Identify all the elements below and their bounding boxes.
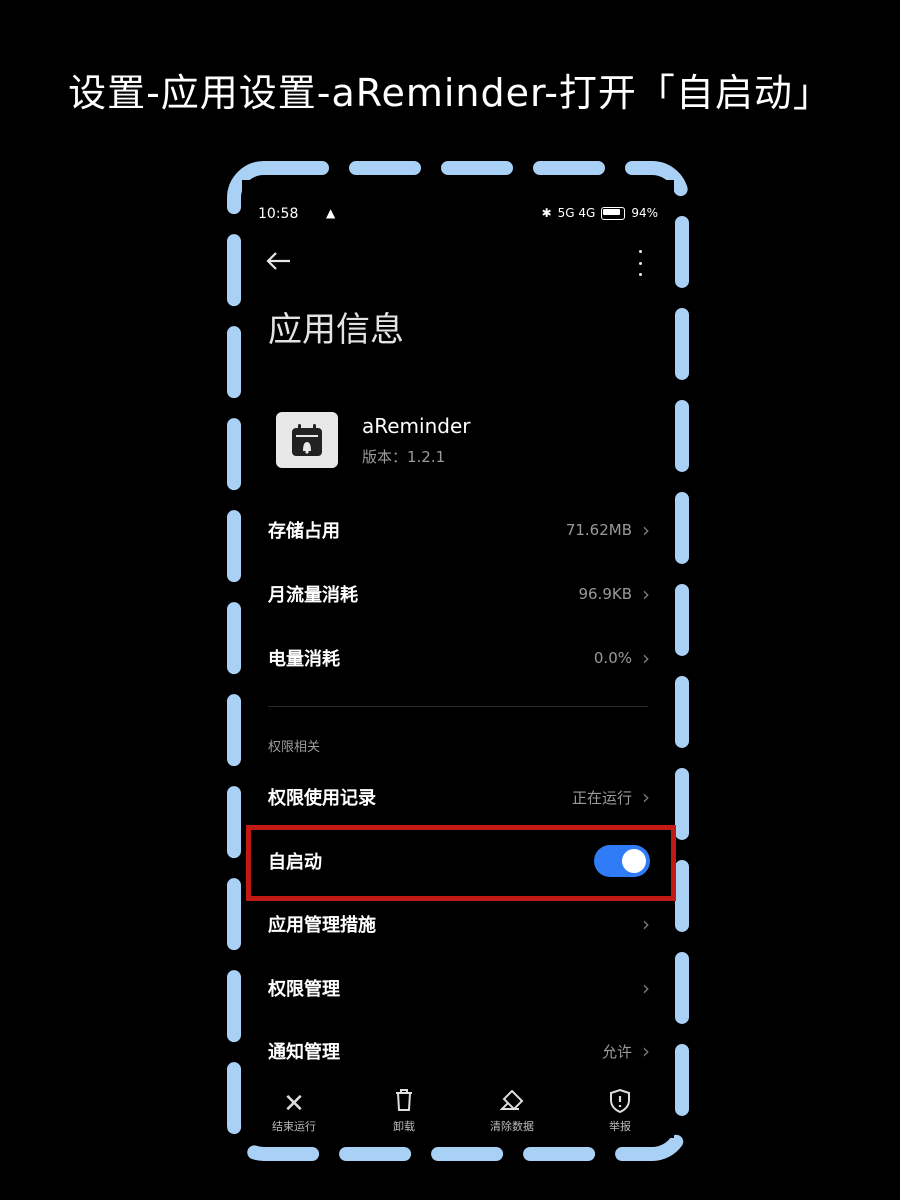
signal-icon: 5G 4G <box>557 206 596 220</box>
status-right: ✱ 5G 4G 94% <box>542 206 658 220</box>
section-title-permissions: 权限相关 <box>268 740 321 755</box>
clear-data-button[interactable]: 清除数据 <box>472 1088 552 1134</box>
notification-icon: ▲ <box>326 206 336 220</box>
battery-icon <box>601 206 626 220</box>
app-name: aReminder <box>362 414 471 438</box>
bottom-action-bar: ✕ 结束运行 卸载 清除数据 举报 <box>242 1088 674 1138</box>
eraser-icon <box>472 1088 552 1120</box>
battery-usage-value: 0.0% <box>593 649 632 667</box>
trash-icon <box>364 1088 444 1120</box>
data-usage-value: 96.9KB <box>578 585 632 603</box>
chevron-right-icon: › <box>642 976 650 1000</box>
notification-management-label: 通知管理 <box>268 1042 340 1063</box>
chevron-right-icon: › <box>642 912 650 936</box>
notification-management-row[interactable]: 通知管理 允许 › <box>268 1031 650 1071</box>
force-stop-button[interactable]: ✕ 结束运行 <box>254 1088 334 1134</box>
permission-usage-label: 权限使用记录 <box>268 788 376 809</box>
phone-screen: 10:58 ▲ ✱ 5G 4G 94% 应用信息 aReminder 版本：1.… <box>242 180 674 1138</box>
instruction-caption: 设置-应用设置-aReminder-打开「自启动」 <box>68 71 832 115</box>
battery-usage-row[interactable]: 电量消耗 0.0% › <box>268 638 650 678</box>
storage-value: 71.62MB <box>565 521 632 539</box>
permission-management-label: 权限管理 <box>268 979 340 1000</box>
chevron-right-icon: › <box>642 582 650 606</box>
management-measures-row[interactable]: 应用管理措施 › <box>268 904 650 944</box>
data-usage-row[interactable]: 月流量消耗 96.9KB › <box>268 574 650 614</box>
storage-row[interactable]: 存储占用 71.62MB › <box>268 510 650 550</box>
force-stop-label: 结束运行 <box>272 1120 316 1133</box>
app-calendar-icon <box>276 412 338 468</box>
uninstall-button[interactable]: 卸载 <box>364 1088 444 1134</box>
battery-usage-label: 电量消耗 <box>268 649 340 670</box>
chevron-right-icon: › <box>642 646 650 670</box>
divider <box>268 706 648 707</box>
permission-usage-value: 正在运行 <box>571 788 632 807</box>
status-bar: 10:58 ▲ ✱ 5G 4G 94% <box>258 206 658 226</box>
chevron-right-icon: › <box>642 518 650 542</box>
battery-level: 94% <box>631 206 658 220</box>
clear-data-label: 清除数据 <box>490 1120 534 1133</box>
shield-alert-icon <box>580 1088 660 1120</box>
autostart-highlight-box <box>246 825 676 901</box>
status-time: 10:58 <box>258 206 299 222</box>
report-button[interactable]: 举报 <box>580 1088 660 1134</box>
more-options-icon[interactable] <box>634 250 646 276</box>
close-icon: ✕ <box>283 1089 305 1119</box>
permission-management-row[interactable]: 权限管理 › <box>268 968 650 1008</box>
notification-management-value: 允许 <box>601 1042 632 1061</box>
report-label: 举报 <box>609 1120 631 1133</box>
back-arrow-icon[interactable] <box>264 246 296 278</box>
management-measures-label: 应用管理措施 <box>268 915 376 936</box>
data-usage-label: 月流量消耗 <box>268 585 358 606</box>
permission-usage-row[interactable]: 权限使用记录 正在运行 › <box>268 777 650 817</box>
storage-label: 存储占用 <box>268 521 340 542</box>
app-version: 版本：1.2.1 <box>362 448 446 466</box>
chevron-right-icon: › <box>642 785 650 809</box>
bluetooth-icon: ✱ <box>541 206 552 220</box>
chevron-right-icon: › <box>642 1039 650 1063</box>
page-title: 应用信息 <box>268 310 404 350</box>
uninstall-label: 卸载 <box>393 1120 415 1133</box>
